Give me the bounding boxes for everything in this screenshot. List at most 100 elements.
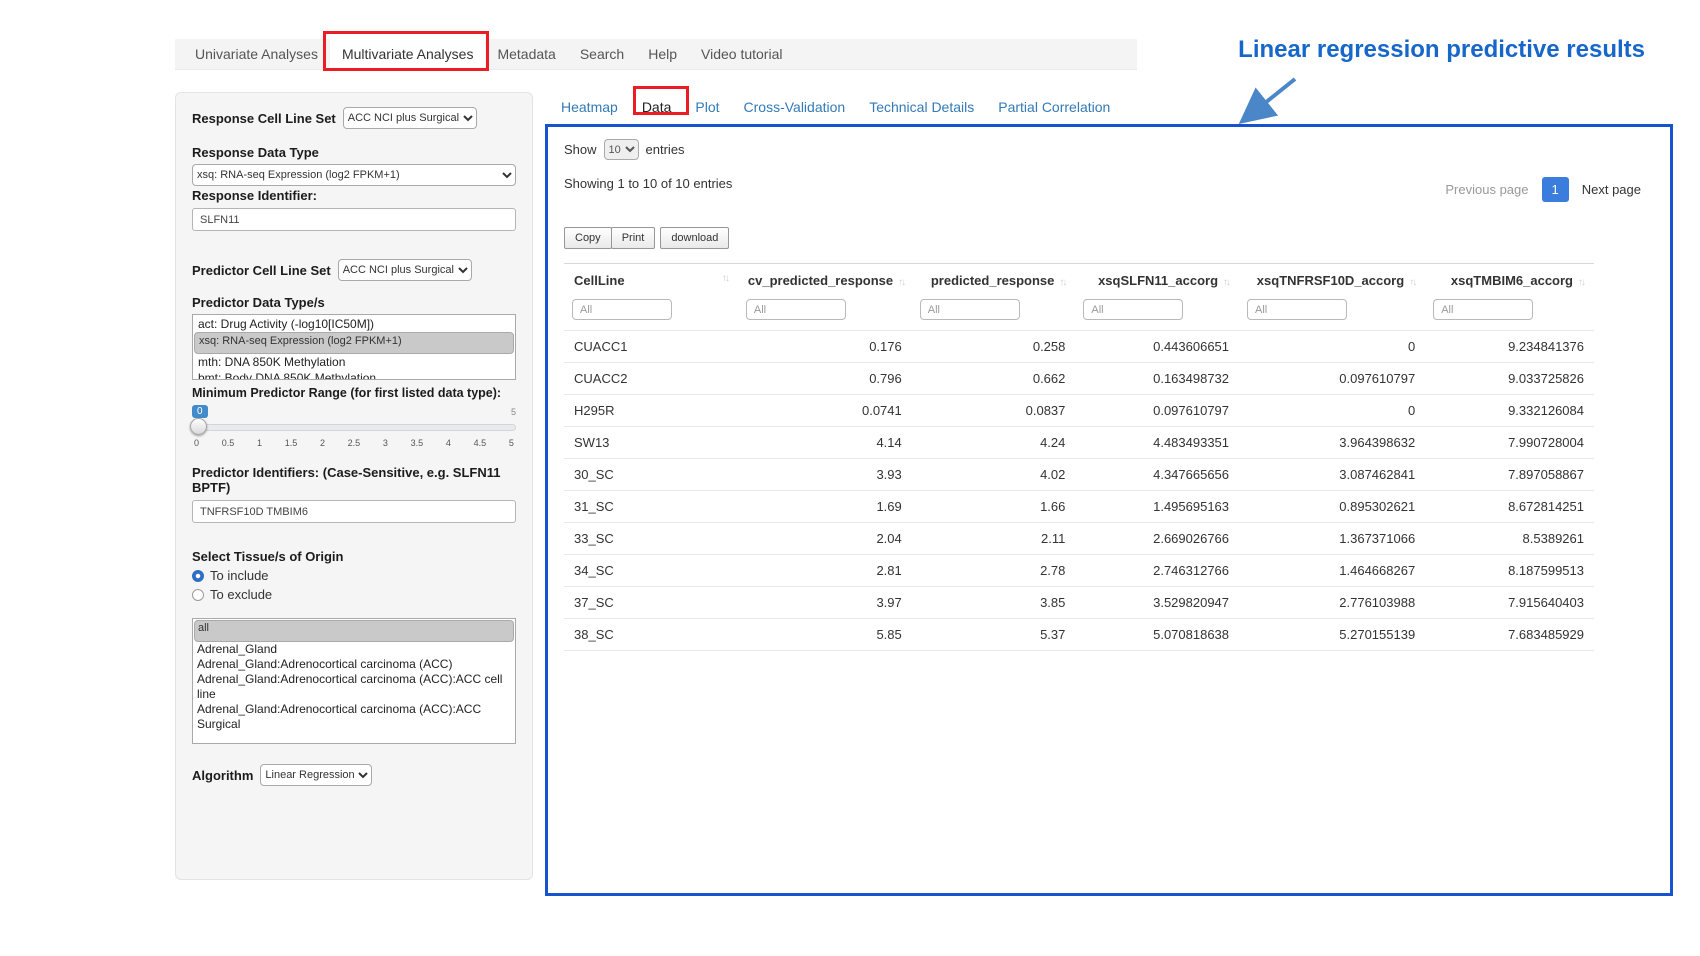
result-tabs: HeatmapDataPlotCross-ValidationTechnical… [545, 93, 1122, 121]
algorithm-select[interactable]: Linear Regression [260, 764, 372, 786]
column-header-cv-predicted-response[interactable]: cv_predicted_response ↑↓ [738, 264, 912, 298]
column-label: xsqTMBIM6_accorg [1451, 273, 1573, 288]
column-header-cellline[interactable]: CellLine↑↓ [564, 264, 738, 298]
filter-cell [912, 297, 1076, 331]
filter-input-cv-predicted-response[interactable] [746, 299, 846, 320]
print-button[interactable]: Print [611, 227, 656, 249]
slider-track[interactable] [192, 424, 516, 431]
value-cell: 4.347665656 [1075, 459, 1239, 491]
column-header-xsqtnfrsf10d-accorg[interactable]: xsqTNFRSF10D_accorg↑↓ [1239, 264, 1425, 298]
datatype-option-act[interactable]: act: Drug Activity (-log10[IC50M]) [194, 316, 514, 332]
table-row[interactable]: H295R0.07410.08370.09761079709.332126084 [564, 395, 1594, 427]
nav-item-metadata[interactable]: Metadata [485, 39, 567, 69]
response-identifier-input[interactable] [192, 208, 516, 231]
tab-heatmap[interactable]: Heatmap [549, 95, 630, 119]
sort-arrows-icon[interactable]: ↑↓ [1223, 277, 1229, 288]
table-row[interactable]: 38_SC5.855.375.0708186385.2701551397.683… [564, 619, 1594, 651]
entries-label: entries [646, 142, 685, 157]
column-header-xsqslfn11-accorg[interactable]: xsqSLFN11_accorg↑↓ [1075, 264, 1239, 298]
tissue-listbox[interactable]: allAdrenal_GlandAdrenal_Gland:Adrenocort… [192, 618, 516, 744]
predictor-cell-line-set-select[interactable]: ACC NCI plus Surgical [338, 259, 472, 281]
nav-item-univariate-analyses[interactable]: Univariate Analyses [183, 39, 330, 69]
filter-input-predicted-response[interactable] [920, 299, 1020, 320]
tissue-origin-label: Select Tissue/s of Origin [192, 549, 516, 564]
response-data-type-row: Response Data Type xsq: RNA-seq Expressi… [192, 145, 516, 186]
radio-label: To exclude [210, 587, 272, 602]
value-cell: 2.04 [738, 523, 912, 555]
value-cell: 0 [1239, 331, 1425, 363]
predictor-data-type-listbox[interactable]: act: Drug Activity (-log10[IC50M])xsq: R… [192, 314, 516, 380]
previous-page-button[interactable]: Previous page [1436, 177, 1537, 202]
tissue-option-all[interactable]: all [194, 620, 514, 642]
tab-cross-validation[interactable]: Cross-Validation [732, 95, 858, 119]
nav-item-video-tutorial[interactable]: Video tutorial [689, 39, 794, 69]
next-page-button[interactable]: Next page [1573, 177, 1650, 202]
datatype-option-xsq[interactable]: xsq: RNA-seq Expression (log2 FPKM+1) [194, 332, 514, 354]
sort-arrows-icon[interactable]: ↑↓ [1059, 277, 1065, 288]
tissue-list-row: allAdrenal_GlandAdrenal_Gland:Adrenocort… [192, 618, 516, 744]
sort-arrows-icon[interactable]: ↑↓ [1409, 277, 1415, 288]
download-button[interactable]: download [660, 227, 729, 249]
filter-input-xsqtmbim6-accorg[interactable] [1433, 299, 1533, 320]
nav-item-search[interactable]: Search [568, 39, 636, 69]
nav-item-multivariate-analyses[interactable]: Multivariate Analyses [330, 39, 486, 69]
value-cell: 0.258 [912, 331, 1076, 363]
copy-button[interactable]: Copy [564, 227, 612, 249]
datatype-option-mth[interactable]: mth: DNA 850K Methylation [194, 354, 514, 370]
response-data-type-select[interactable]: xsq: RNA-seq Expression (log2 FPKM+1) [192, 164, 516, 186]
column-label: cv_predicted_response [748, 273, 893, 288]
datatype-option-bmt[interactable]: bmt: Body DNA 850K Methylation [194, 370, 514, 380]
nav-item-help[interactable]: Help [636, 39, 689, 69]
cellline-cell: SW13 [564, 427, 738, 459]
value-cell: 1.66 [912, 491, 1076, 523]
page-number-button[interactable]: 1 [1542, 177, 1569, 202]
slider-ticks: 00.511.522.533.544.55 [194, 438, 514, 448]
column-header-predicted-response[interactable]: predicted_response↑↓ [912, 264, 1076, 298]
value-cell: 0 [1239, 395, 1425, 427]
sort-arrows-icon[interactable]: ↑↓ [898, 277, 904, 288]
tissue-option-adrenal-gland[interactable]: Adrenal_Gland [194, 642, 514, 657]
tab-partial-correlation[interactable]: Partial Correlation [986, 95, 1122, 119]
tissue-option-adrenal-gland-adrenocortical-carcinoma-a[interactable]: Adrenal_Gland:Adrenocortical carcinoma (… [194, 657, 514, 672]
filter-input-cellline[interactable] [572, 299, 672, 320]
slider-handle[interactable] [190, 418, 207, 435]
tab-data[interactable]: Data [630, 95, 684, 119]
radio-to-include[interactable]: To include [192, 568, 516, 583]
table-row[interactable]: 37_SC3.973.853.5298209472.7761039887.915… [564, 587, 1594, 619]
tissue-option-adrenal-gland-adrenocortical-carcinoma-a[interactable]: Adrenal_Gland:Adrenocortical carcinoma (… [194, 672, 514, 702]
results-panel: Show 10 entries Showing 1 to 10 of 10 en… [545, 124, 1673, 896]
annotation-arrow-icon [1225, 74, 1305, 130]
value-cell: 7.915640403 [1425, 587, 1594, 619]
table-row[interactable]: CUACC10.1760.2580.44360665109.234841376 [564, 331, 1594, 363]
entries-select[interactable]: 10 [604, 139, 639, 160]
value-cell: 0.895302621 [1239, 491, 1425, 523]
cellline-cell: 34_SC [564, 555, 738, 587]
tissue-option-adrenal-gland-adrenocortical-carcinoma-a[interactable]: Adrenal_Gland:Adrenocortical carcinoma (… [194, 702, 514, 732]
table-row[interactable]: SW134.144.244.4834933513.9643986327.9907… [564, 427, 1594, 459]
min-predictor-range-slider[interactable]: 0 5 00.511.522.533.544.55 [192, 405, 516, 461]
filter-input-xsqslfn11-accorg[interactable] [1083, 299, 1183, 320]
value-cell: 7.683485929 [1425, 619, 1594, 651]
value-cell: 3.529820947 [1075, 587, 1239, 619]
predictor-identifiers-input[interactable] [192, 500, 516, 523]
sort-arrows-icon[interactable]: ↑↓ [722, 273, 728, 284]
value-cell: 1.464668267 [1239, 555, 1425, 587]
tab-plot[interactable]: Plot [683, 95, 731, 119]
response-cell-line-set-select[interactable]: ACC NCI plus Surgical [343, 107, 477, 129]
filter-cell [1425, 297, 1594, 331]
column-header-xsqtmbim6-accorg[interactable]: xsqTMBIM6_accorg ↑↓ [1425, 264, 1594, 298]
value-cell: 0.097610797 [1239, 363, 1425, 395]
table-row[interactable]: 31_SC1.691.661.4956951630.8953026218.672… [564, 491, 1594, 523]
table-row[interactable]: 30_SC3.934.024.3476656563.0874628417.897… [564, 459, 1594, 491]
value-cell: 9.033725826 [1425, 363, 1594, 395]
tab-technical-details[interactable]: Technical Details [857, 95, 986, 119]
slider-tick-0: 0 [194, 438, 199, 448]
filter-input-xsqtnfrsf10d-accorg[interactable] [1247, 299, 1347, 320]
table-row[interactable]: CUACC20.7960.6620.1634987320.0976107979.… [564, 363, 1594, 395]
slider-tick-2-5: 2.5 [348, 438, 361, 448]
table-row[interactable]: 33_SC2.042.112.6690267661.3673710668.538… [564, 523, 1594, 555]
table-row[interactable]: 34_SC2.812.782.7463127661.4646682678.187… [564, 555, 1594, 587]
sort-arrows-icon[interactable]: ↑↓ [1578, 277, 1584, 288]
value-cell: 0.443606651 [1075, 331, 1239, 363]
radio-to-exclude[interactable]: To exclude [192, 587, 516, 602]
